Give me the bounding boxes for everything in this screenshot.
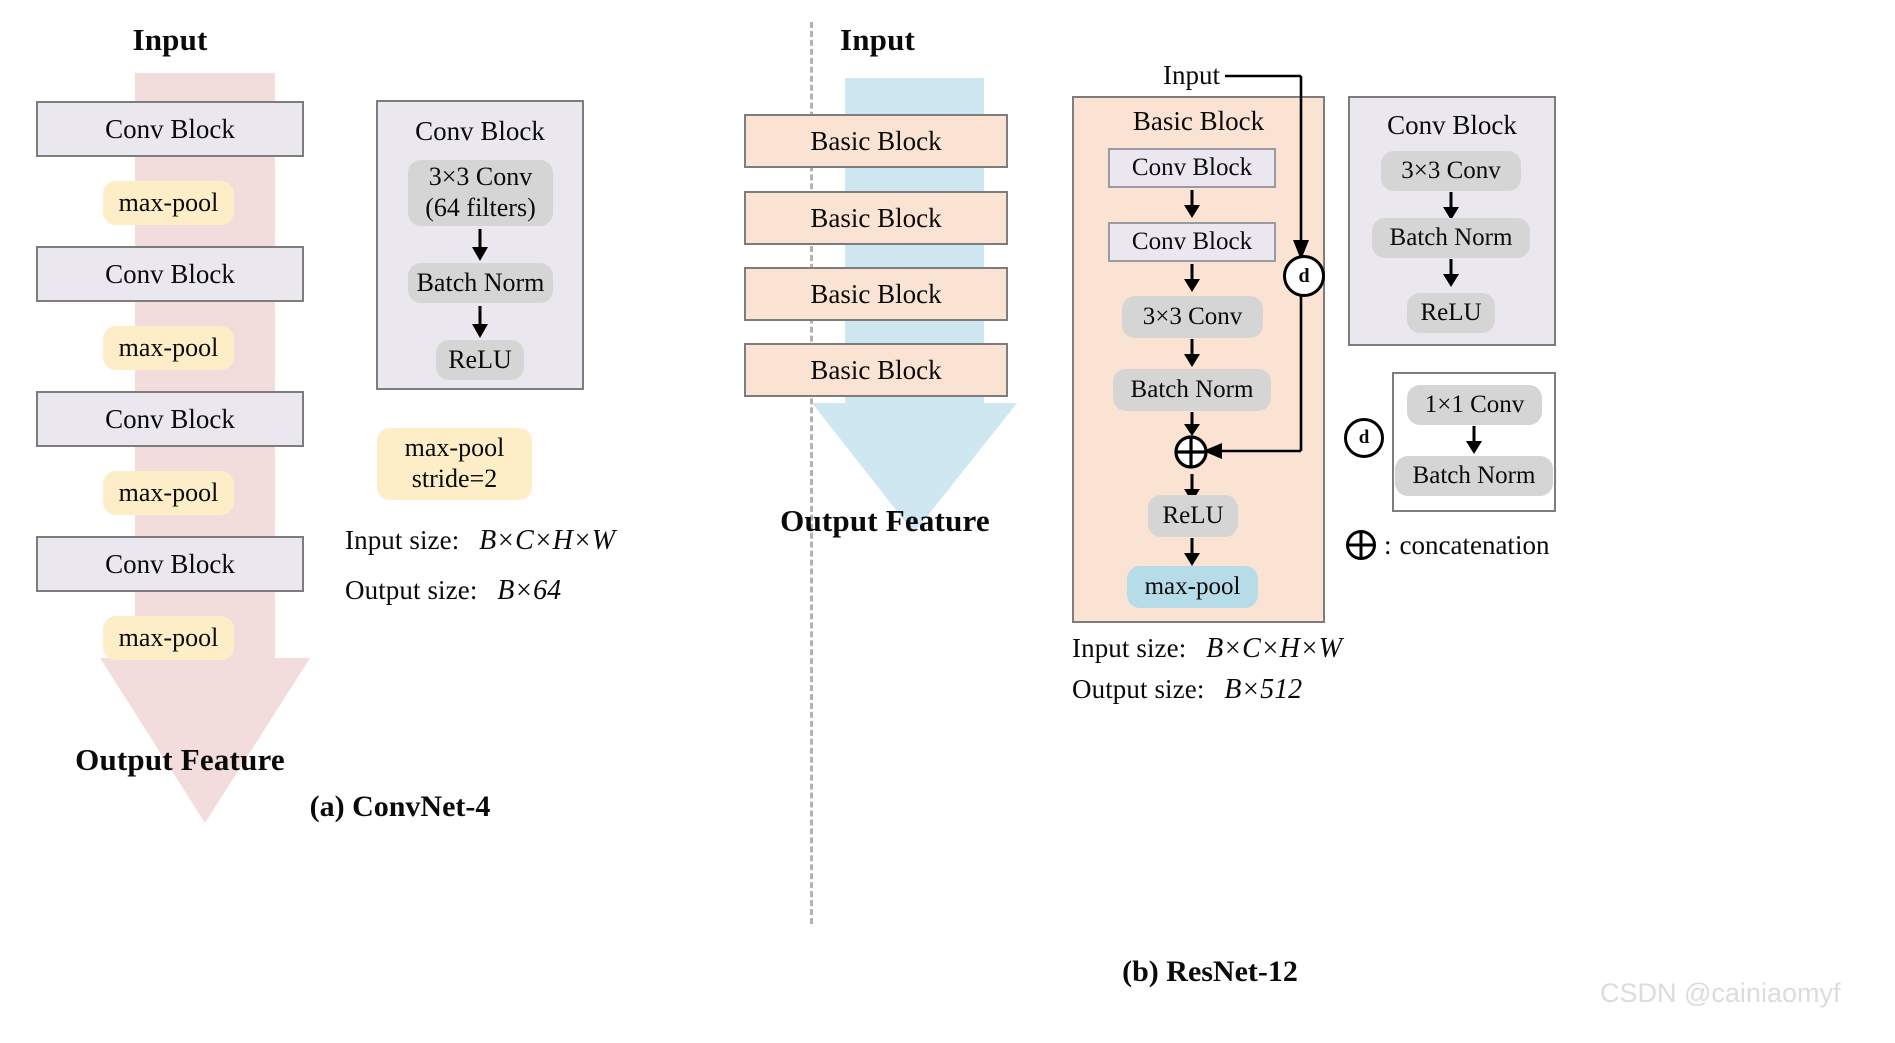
convnet-input-size-value: B×C×H×W bbox=[479, 525, 616, 556]
resnet-basic-block-detail-title: Basic Block bbox=[1132, 106, 1265, 136]
resnet-detail-arrow-1 bbox=[1178, 190, 1206, 218]
convnet-maxpool-detail-line1: max-pool bbox=[404, 433, 505, 463]
resnet-output-size-row: Output size: B×512 bbox=[1072, 674, 1302, 706]
convnet-output-size-label: Output size: bbox=[345, 575, 478, 605]
resnet-convdetail-batch-norm: Batch Norm bbox=[1372, 218, 1530, 258]
resnet-detail-batch-norm: Batch Norm bbox=[1113, 369, 1271, 411]
downsample-detail-batch-norm: Batch Norm bbox=[1395, 456, 1553, 496]
resnet-detail-arrow-2 bbox=[1178, 264, 1206, 292]
resnet-output-label: Output Feature bbox=[780, 503, 990, 538]
resnet-basic-block-4[interactable]: Basic Block bbox=[744, 343, 1008, 397]
convnet-detail-batchnorm: Batch Norm bbox=[408, 263, 553, 303]
convnet-input-label: Input bbox=[132, 22, 208, 57]
convnet-caption: (a) ConvNet-4 bbox=[309, 790, 491, 823]
convnet-conv-block-3[interactable]: Conv Block bbox=[36, 391, 304, 447]
resnet-detail-arrow-3 bbox=[1178, 339, 1206, 367]
convnet-conv-block-2[interactable]: Conv Block bbox=[36, 246, 304, 302]
convnet-detail-arrow-1 bbox=[466, 229, 494, 261]
resnet-conv-block-detail-title: Conv Block bbox=[1387, 110, 1517, 140]
resnet-input-size-row: Input size: B×C×H×W bbox=[1072, 633, 1342, 665]
concat-legend-icon bbox=[1344, 528, 1378, 562]
csdn-watermark: CSDN @cainiaomyf bbox=[1600, 978, 1841, 1008]
convnet-max-pool-4[interactable]: max-pool bbox=[103, 616, 234, 660]
figure-canvas: Input Conv Block max-pool Conv Block max… bbox=[0, 0, 1895, 1043]
convnet-output-size-value: B×64 bbox=[497, 575, 562, 606]
convnet-detail-arrow-2 bbox=[466, 306, 494, 338]
resnet-basic-block-2[interactable]: Basic Block bbox=[744, 191, 1008, 245]
resnet-downsample-node: d bbox=[1283, 255, 1325, 297]
resnet-detail-conv-block-2[interactable]: Conv Block bbox=[1108, 222, 1276, 262]
resnet-basic-block-1[interactable]: Basic Block bbox=[744, 114, 1008, 168]
convnet-max-pool-1[interactable]: max-pool bbox=[103, 181, 234, 225]
convnet-input-size-label: Input size: bbox=[345, 525, 460, 555]
convnet-detail-conv-filters: (64 filters) bbox=[425, 193, 536, 222]
convnet-max-pool-2[interactable]: max-pool bbox=[103, 326, 234, 370]
resnet-input-size-label: Input size: bbox=[1072, 633, 1187, 663]
downsample-detail-1x1-conv: 1×1 Conv bbox=[1407, 385, 1542, 425]
downsample-legend-icon: d bbox=[1344, 418, 1384, 458]
convnet-conv-block-4[interactable]: Conv Block bbox=[36, 536, 304, 592]
resnet-detail-3x3-conv: 3×3 Conv bbox=[1122, 296, 1263, 338]
resnet-caption: (b) ResNet-12 bbox=[1122, 955, 1298, 988]
convnet-maxpool-detail: max-pool stride=2 bbox=[377, 428, 532, 500]
resnet-convdetail-arrow-1 bbox=[1437, 192, 1465, 220]
concat-legend-row: : concatenation bbox=[1344, 528, 1549, 562]
resnet-detail-conv-block-1[interactable]: Conv Block bbox=[1108, 148, 1276, 188]
concat-legend-colon: : bbox=[1384, 529, 1392, 560]
resnet-convdetail-arrow-2 bbox=[1437, 259, 1465, 287]
resnet-detail-arrow-6 bbox=[1178, 538, 1206, 566]
convnet-maxpool-detail-line2: stride=2 bbox=[411, 464, 498, 493]
resnet-input-size-value: B×C×H×W bbox=[1206, 633, 1343, 664]
resnet-input-label: Input bbox=[839, 22, 916, 57]
convnet-input-size-row: Input size: B×C×H×W bbox=[345, 525, 615, 557]
resnet-skip-input-label: Input bbox=[1163, 60, 1220, 90]
resnet-output-size-value: B×512 bbox=[1224, 674, 1303, 705]
resnet-concat-node bbox=[1172, 433, 1210, 471]
resnet-output-size-label: Output size: bbox=[1072, 674, 1205, 704]
concat-legend-text: concatenation bbox=[1399, 529, 1550, 560]
downsample-detail-arrow bbox=[1460, 426, 1488, 454]
resnet-detail-relu: ReLU bbox=[1148, 495, 1238, 537]
convnet-detail-conv-label: 3×3 Conv bbox=[428, 162, 533, 192]
resnet-convdetail-relu: ReLU bbox=[1407, 293, 1495, 333]
resnet-convdetail-3x3-conv: 3×3 Conv bbox=[1381, 151, 1521, 191]
convnet-max-pool-3[interactable]: max-pool bbox=[103, 471, 234, 515]
convnet-detail-relu: ReLU bbox=[436, 340, 524, 380]
convnet-detail-conv-step: 3×3 Conv (64 filters) bbox=[408, 160, 553, 226]
convnet-conv-block-detail-title: Conv Block bbox=[415, 116, 545, 146]
convnet-output-size-row: Output size: B×64 bbox=[345, 575, 561, 607]
resnet-basic-block-3[interactable]: Basic Block bbox=[744, 267, 1008, 321]
resnet-detail-max-pool: max-pool bbox=[1127, 566, 1258, 608]
convnet-conv-block-1[interactable]: Conv Block bbox=[36, 101, 304, 157]
convnet-output-label: Output Feature bbox=[75, 742, 285, 777]
